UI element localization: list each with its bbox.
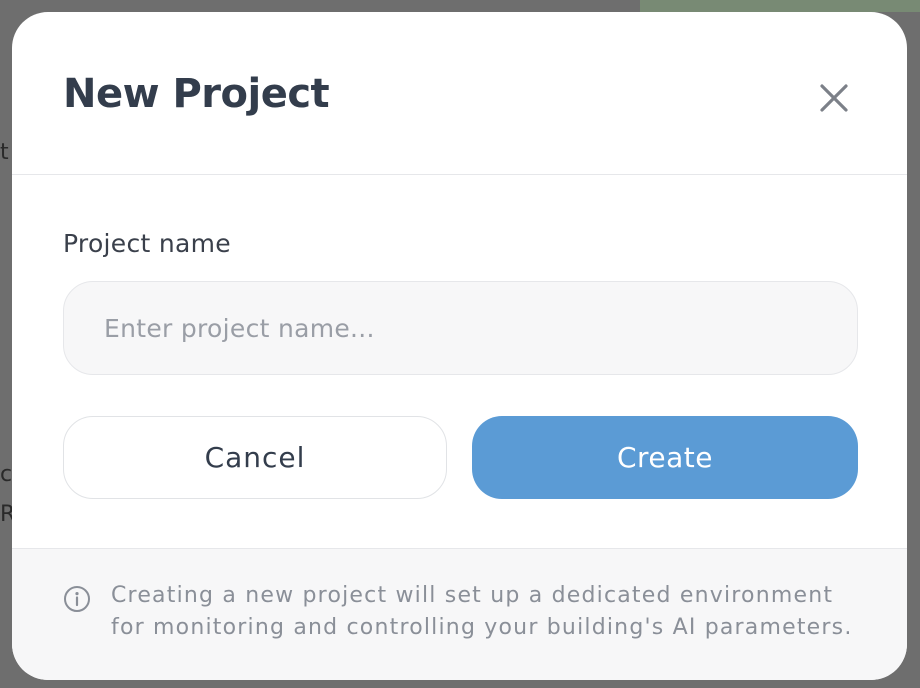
cancel-button[interactable]: Cancel	[63, 416, 447, 499]
dialog-footer: Creating a new project will set up a ded…	[12, 548, 907, 680]
background-panel	[640, 0, 920, 12]
info-message: Creating a new project will set up a ded…	[111, 580, 871, 644]
project-name-label: Project name	[63, 229, 231, 258]
dialog-header: New Project	[12, 12, 907, 175]
dialog-title: New Project	[63, 71, 330, 117]
create-button[interactable]: Create	[472, 416, 858, 499]
close-button[interactable]	[812, 76, 856, 120]
project-name-input[interactable]	[63, 281, 858, 375]
dialog-body: Project name Cancel Create	[12, 175, 907, 548]
background-text-fragment: t	[0, 140, 9, 165]
close-icon	[820, 84, 848, 112]
info-icon	[64, 586, 90, 612]
new-project-dialog: New Project Project name Cancel Create C…	[12, 12, 907, 680]
background-text-fragment: c	[0, 462, 13, 487]
info-message-line: Creating a new project will set up a ded…	[111, 583, 834, 608]
info-message-line: for monitoring and controlling your buil…	[111, 615, 853, 640]
